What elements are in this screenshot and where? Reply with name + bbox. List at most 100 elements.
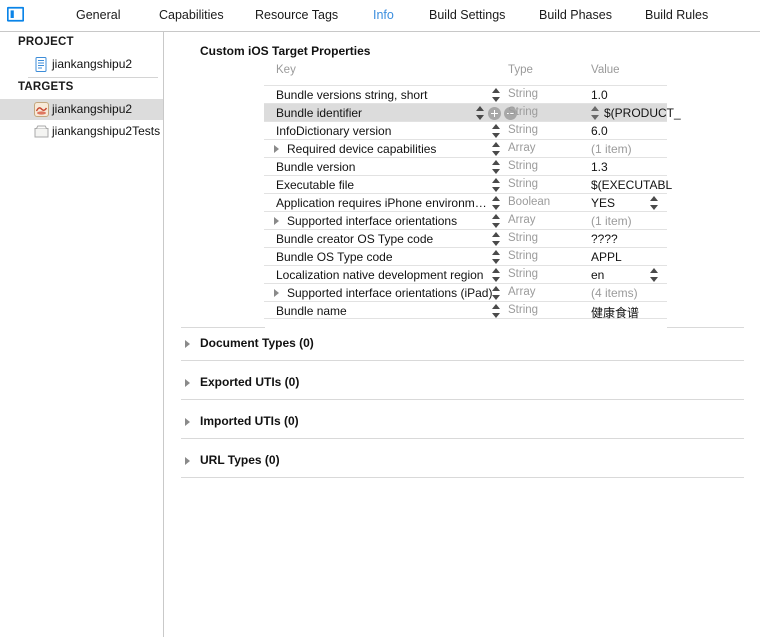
sidebar-divider	[28, 77, 158, 78]
test-bundle-icon	[34, 124, 49, 139]
key-stepper[interactable]	[492, 88, 501, 102]
chevron-right-icon[interactable]	[185, 379, 190, 387]
section-header-document-types-0[interactable]: Document Types (0)	[165, 332, 760, 356]
tab-build-rules[interactable]: Build Rules	[645, 0, 708, 31]
property-key: Application requires iPhone environm…	[276, 196, 487, 210]
key-stepper[interactable]	[492, 250, 501, 264]
property-key: Required device capabilities	[287, 142, 436, 156]
custom-ios-target-properties-table: Key Type Value Bundle versions string, s…	[264, 60, 667, 324]
project-document-icon	[34, 57, 49, 72]
property-type[interactable]: String	[508, 124, 538, 136]
property-key: Bundle name	[276, 304, 347, 318]
chevron-right-icon[interactable]	[274, 289, 279, 297]
property-type[interactable]: String	[508, 178, 538, 190]
table-row[interactable]: Bundle OS Type code String APPL	[264, 247, 667, 265]
table-row[interactable]: Bundle version String 1.3	[264, 157, 667, 175]
tab-build-phases[interactable]: Build Phases	[539, 0, 612, 31]
table-row[interactable]: Application requires iPhone environm… Boo…	[264, 193, 667, 211]
add-property-icon[interactable]	[488, 107, 501, 120]
target-editor-tab-bar: General Capabilities Resource Tags Info Buil…	[0, 0, 760, 32]
property-key: InfoDictionary version	[276, 124, 391, 138]
property-key: Bundle versions string, short	[276, 88, 427, 102]
property-value[interactable]: en	[591, 268, 604, 282]
property-value[interactable]: (4 items)	[591, 286, 638, 300]
property-value[interactable]: ????	[591, 232, 618, 246]
chevron-right-icon[interactable]	[274, 145, 279, 153]
key-stepper[interactable]	[492, 196, 501, 210]
property-value[interactable]: 1.0	[591, 88, 608, 102]
value-chooser-icon[interactable]	[591, 106, 600, 120]
property-type[interactable]: String	[508, 268, 538, 280]
tab-build-settings[interactable]: Build Settings	[429, 0, 505, 31]
property-type[interactable]: Boolean	[508, 196, 550, 208]
tab-general[interactable]: General	[76, 0, 120, 31]
property-value[interactable]: YES	[591, 196, 615, 210]
table-row[interactable]: Supported interface orientations (iPad)A…	[264, 283, 667, 301]
sidebar-item-jiankangshipu2[interactable]: jiankangshipu2	[0, 99, 163, 120]
property-key: Bundle version	[276, 160, 355, 174]
value-stepper[interactable]	[650, 196, 659, 210]
table-row[interactable]: Bundle versions string, short String 1.0	[264, 85, 667, 103]
property-value[interactable]: 健康食谱	[591, 304, 639, 321]
chevron-right-icon[interactable]	[185, 457, 190, 465]
section-header-url-types-0[interactable]: URL Types (0)	[165, 449, 760, 473]
property-value[interactable]: 1.3	[591, 160, 608, 174]
section-divider	[181, 360, 744, 361]
property-value[interactable]: $(PRODUCT_	[604, 106, 681, 120]
property-type[interactable]: Array	[508, 286, 535, 298]
property-type[interactable]: String	[508, 250, 538, 262]
sidebar-item-jiankangshipu2tests[interactable]: jiankangshipu2Tests	[0, 121, 163, 142]
key-stepper[interactable]	[492, 124, 501, 138]
property-type[interactable]: Array	[508, 214, 535, 226]
navigator-panel-icon[interactable]	[7, 6, 24, 23]
column-header-value: Value	[591, 64, 620, 76]
property-type[interactable]: String	[508, 160, 538, 172]
property-type[interactable]: String	[508, 304, 538, 316]
key-stepper[interactable]	[492, 160, 501, 174]
property-rows: Bundle versions string, shortString1.0Bu…	[264, 85, 667, 319]
property-value[interactable]: APPL	[591, 250, 622, 264]
property-value[interactable]: (1 item)	[591, 214, 632, 228]
table-row[interactable]: Bundle creator OS Type code String????	[264, 229, 667, 247]
section-header-imported-utis-0[interactable]: Imported UTIs (0)	[165, 410, 760, 434]
tab-resource-tags[interactable]: Resource Tags	[255, 0, 338, 31]
table-divider-left	[181, 327, 265, 328]
key-stepper[interactable]	[492, 268, 501, 282]
table-row[interactable]: Bundle identifierString$(PRODUCT_	[264, 103, 667, 121]
key-stepper[interactable]	[492, 232, 501, 246]
key-stepper[interactable]	[492, 214, 501, 228]
info-pane: Custom iOS Target Properties Key Type Va…	[165, 32, 760, 637]
property-key: Localization native development region	[276, 268, 483, 282]
section-title: Imported UTIs (0)	[200, 414, 299, 428]
table-row[interactable]: InfoDictionary version String 6.0	[264, 121, 667, 139]
table-row[interactable]: Required device capabilities Array (1 item…	[264, 139, 667, 157]
property-value[interactable]: (1 item)	[591, 142, 632, 156]
key-stepper[interactable]	[492, 304, 501, 318]
key-stepper[interactable]	[476, 106, 485, 120]
sidebar-item-jiankangshipu2[interactable]: jiankangshipu2	[0, 54, 163, 75]
key-stepper[interactable]	[492, 178, 501, 192]
property-key: Executable file	[276, 178, 354, 192]
value-stepper[interactable]	[650, 268, 659, 282]
property-type[interactable]: String	[508, 106, 538, 118]
property-type[interactable]: String	[508, 88, 538, 100]
property-key: Bundle OS Type code	[276, 250, 393, 264]
section-title: Document Types (0)	[200, 336, 314, 350]
property-type[interactable]: Array	[508, 142, 535, 154]
chevron-right-icon[interactable]	[185, 418, 190, 426]
property-key: Bundle creator OS Type code	[276, 232, 433, 246]
table-row[interactable]: Executable fileString$(EXECUTABL	[264, 175, 667, 193]
property-value[interactable]: $(EXECUTABL	[591, 178, 672, 192]
property-value[interactable]: 6.0	[591, 124, 608, 138]
section-header-exported-utis-0[interactable]: Exported UTIs (0)	[165, 371, 760, 395]
chevron-right-icon[interactable]	[185, 340, 190, 348]
tab-capabilities[interactable]: Capabilities	[159, 0, 224, 31]
property-type[interactable]: String	[508, 232, 538, 244]
table-row[interactable]: Localization native development region St…	[264, 265, 667, 283]
chevron-right-icon[interactable]	[274, 217, 279, 225]
tab-info[interactable]: Info	[373, 0, 394, 31]
table-row[interactable]: Bundle name String 健康食谱	[264, 301, 667, 319]
key-stepper[interactable]	[492, 142, 501, 156]
key-stepper[interactable]	[492, 286, 501, 300]
table-row[interactable]: Supported interface orientationsArray(1 …	[264, 211, 667, 229]
